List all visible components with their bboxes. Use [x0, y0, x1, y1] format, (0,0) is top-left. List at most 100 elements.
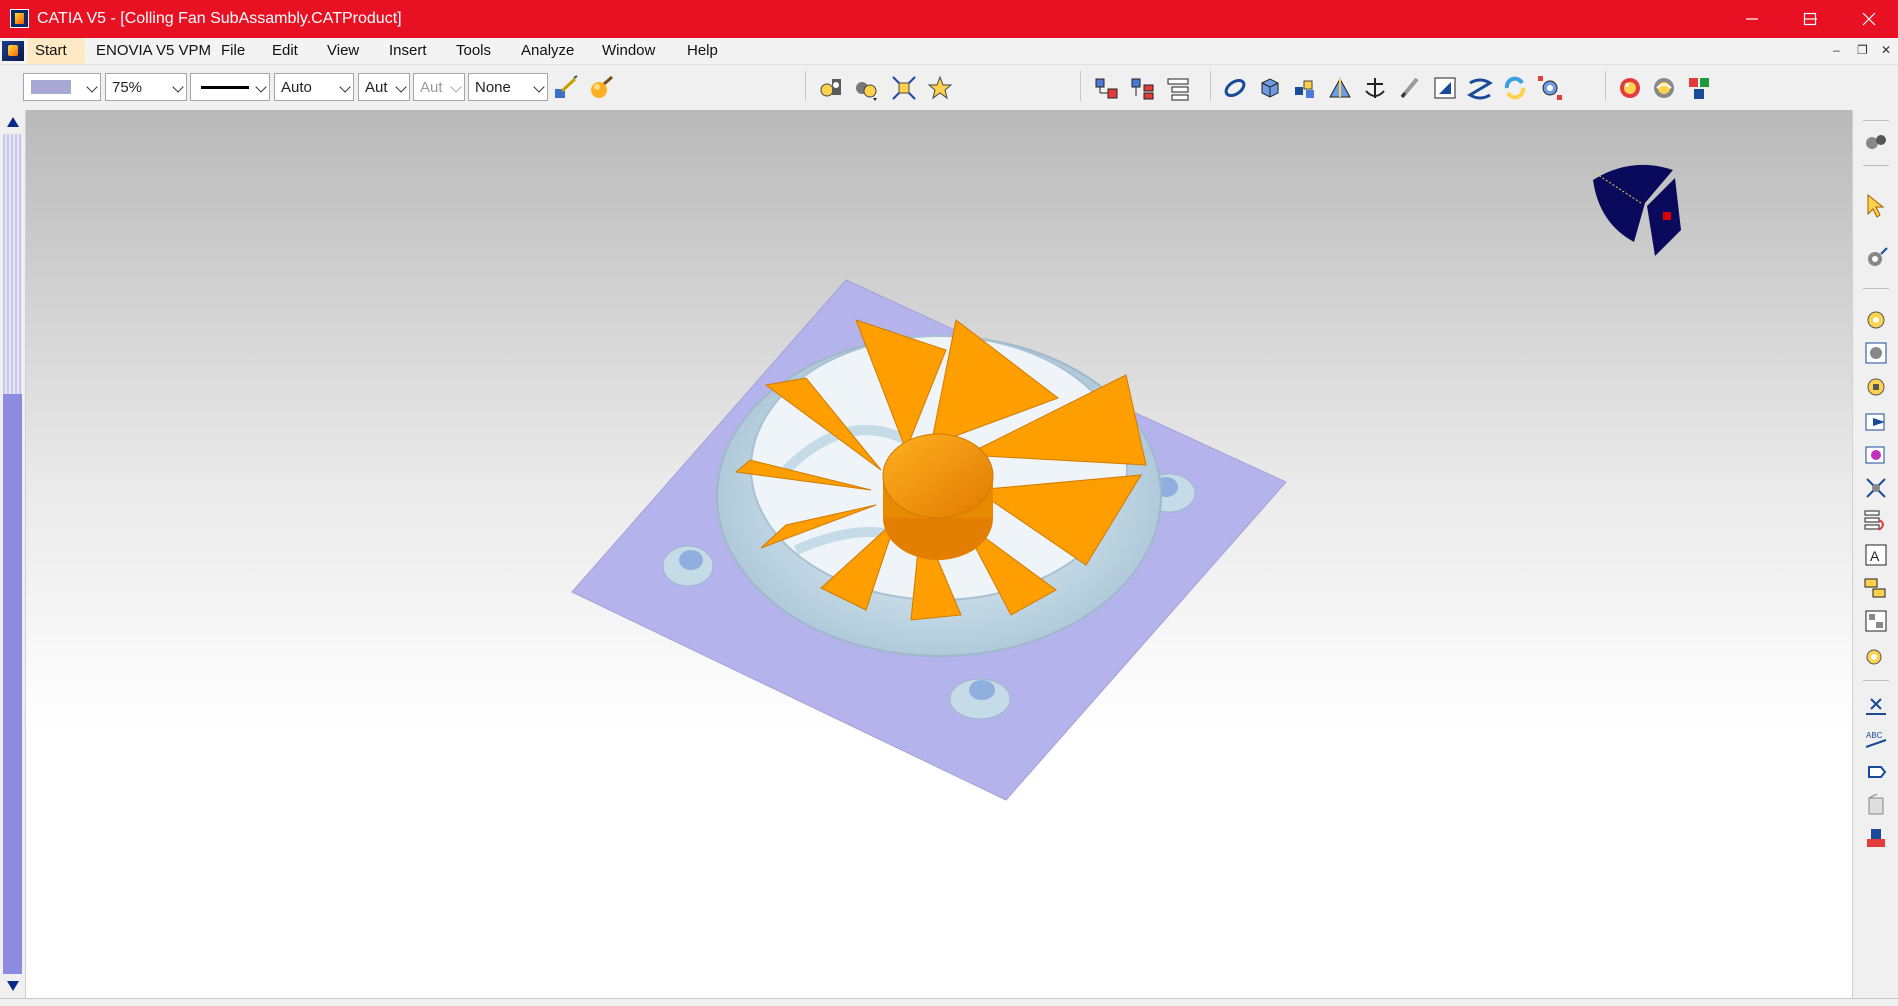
gear-icon[interactable]: [1863, 307, 1889, 333]
paint-icon[interactable]: [1863, 825, 1889, 851]
layer-auto-disabled-value: Aut: [420, 79, 443, 96]
transparency-value: 75%: [112, 79, 143, 96]
gear-move-icon[interactable]: [1863, 442, 1889, 468]
layer-auto-value: Aut: [365, 79, 388, 96]
toolbar-separator: [1863, 165, 1889, 166]
toolbar-separator: [1863, 120, 1889, 121]
stamp-icon[interactable]: [1863, 792, 1889, 818]
menu-enovia[interactable]: ENOVIA V5 VPM: [96, 42, 211, 59]
fill-color-dropdown[interactable]: [23, 73, 101, 101]
toolbar-separator: [1863, 288, 1889, 289]
refresh-icon[interactable]: [1502, 75, 1528, 101]
render-icon[interactable]: [1617, 75, 1643, 101]
tree-red-icon[interactable]: [1863, 508, 1889, 534]
mdi-restore-icon[interactable]: ❐: [1857, 43, 1868, 57]
shapes-icon[interactable]: [1686, 75, 1712, 101]
gear-grid-icon[interactable]: [1537, 75, 1563, 101]
pen-icon[interactable]: [1397, 75, 1423, 101]
title-bar: CATIA V5 - [Colling Fan SubAssambly.CATP…: [0, 0, 1898, 38]
scroll-track-upper[interactable]: [3, 134, 22, 394]
yellow-tree-icon[interactable]: [1863, 608, 1889, 634]
mdi-minimize-icon[interactable]: –: [1833, 43, 1840, 57]
svg-text:A: A: [1870, 548, 1880, 564]
gear-edit-icon[interactable]: [1863, 246, 1889, 272]
select-arrow-icon[interactable]: [1863, 192, 1889, 218]
menu-insert[interactable]: Insert: [389, 42, 427, 59]
fan-gear-icon[interactable]: [853, 75, 879, 101]
toolbar: 75% Auto Aut Aut None: [0, 65, 1898, 112]
layer-value: None: [475, 79, 511, 96]
menu-analyze[interactable]: Analyze: [521, 42, 574, 59]
cubes-icon[interactable]: [1292, 75, 1318, 101]
catia-logo-icon[interactable]: [2, 41, 24, 61]
catia-app-icon[interactable]: [10, 9, 29, 28]
rope-icon[interactable]: [1467, 75, 1493, 101]
cube-icon[interactable]: [1257, 75, 1283, 101]
line-weight-dropdown[interactable]: [190, 73, 270, 101]
scroll-up-arrow-icon[interactable]: [6, 116, 20, 128]
gear-list-icon[interactable]: [1863, 374, 1889, 400]
layer-auto-dropdown[interactable]: Aut: [358, 73, 410, 101]
scroll-down-arrow-icon[interactable]: [6, 980, 20, 992]
abc-icon[interactable]: ABC: [1863, 726, 1889, 752]
chevron-down-icon: [86, 81, 98, 93]
sphere2-icon[interactable]: [1651, 75, 1677, 101]
toolbar-separator: [805, 71, 806, 101]
gear-n-icon[interactable]: [1863, 642, 1889, 668]
measure-icon[interactable]: [1432, 75, 1458, 101]
flag-icon[interactable]: [1863, 759, 1889, 785]
menu-view[interactable]: View: [327, 42, 359, 59]
linetype-value: Auto: [281, 79, 312, 96]
chevron-down-icon: [395, 81, 407, 93]
gears-icon[interactable]: [1863, 130, 1889, 156]
menu-start[interactable]: Start: [35, 42, 67, 59]
anchor-icon[interactable]: [1362, 75, 1388, 101]
mounting-tab[interactable]: [662, 545, 714, 587]
brush-icon[interactable]: [552, 75, 578, 101]
close-button[interactable]: [1840, 0, 1898, 38]
mdi-close-icon[interactable]: ✕: [1881, 43, 1891, 57]
star-icon[interactable]: [927, 75, 953, 101]
scroll-thumb[interactable]: [3, 394, 22, 974]
tree-icon[interactable]: [1094, 75, 1120, 101]
toolbar-separator: [1080, 71, 1081, 101]
right-toolbar: A ABC: [1852, 110, 1898, 998]
3d-viewport[interactable]: [26, 110, 1852, 998]
menu-tools[interactable]: Tools: [456, 42, 491, 59]
table-icon[interactable]: [1863, 575, 1889, 601]
gear-cross-icon[interactable]: [1863, 475, 1889, 501]
arrow-box-icon[interactable]: [1863, 409, 1889, 435]
vertical-scrollbar[interactable]: [0, 110, 26, 998]
transparency-dropdown[interactable]: 75%: [105, 73, 187, 101]
compass-axis-icon[interactable]: [1571, 148, 1711, 273]
tree3-icon[interactable]: [1166, 75, 1192, 101]
layer-dropdown[interactable]: None: [468, 73, 548, 101]
toolbar-separator: [1605, 71, 1606, 101]
chevron-down-icon: [533, 81, 545, 93]
chevron-down-icon: [255, 81, 267, 93]
link-icon[interactable]: [1222, 75, 1248, 101]
maximize-button[interactable]: [1781, 0, 1839, 38]
fly-icon[interactable]: [818, 75, 844, 101]
chevron-down-icon: [450, 81, 462, 93]
minimize-button[interactable]: [1723, 0, 1781, 38]
fan-hub-top[interactable]: [882, 433, 994, 519]
x-axis-icon[interactable]: [1863, 693, 1889, 719]
text-icon[interactable]: A: [1863, 542, 1889, 568]
linetype-dropdown[interactable]: Auto: [274, 73, 354, 101]
fit-all-icon[interactable]: [891, 75, 917, 101]
toolbar-separator: [1210, 71, 1211, 101]
menu-edit[interactable]: Edit: [272, 42, 298, 59]
axis-icon[interactable]: [1327, 75, 1353, 101]
fill-color-swatch: [31, 80, 71, 94]
mounting-tab[interactable]: [949, 678, 1011, 720]
sphere-icon[interactable]: [588, 75, 614, 101]
menu-window[interactable]: Window: [602, 42, 655, 59]
layer-auto-disabled-dropdown: Aut: [413, 73, 465, 101]
menu-file[interactable]: File: [221, 42, 245, 59]
tree2-icon[interactable]: [1130, 75, 1156, 101]
chevron-down-icon: [172, 81, 184, 93]
menu-help[interactable]: Help: [687, 42, 718, 59]
gear-box-icon[interactable]: [1863, 340, 1889, 366]
line-weight-swatch: [201, 86, 249, 89]
